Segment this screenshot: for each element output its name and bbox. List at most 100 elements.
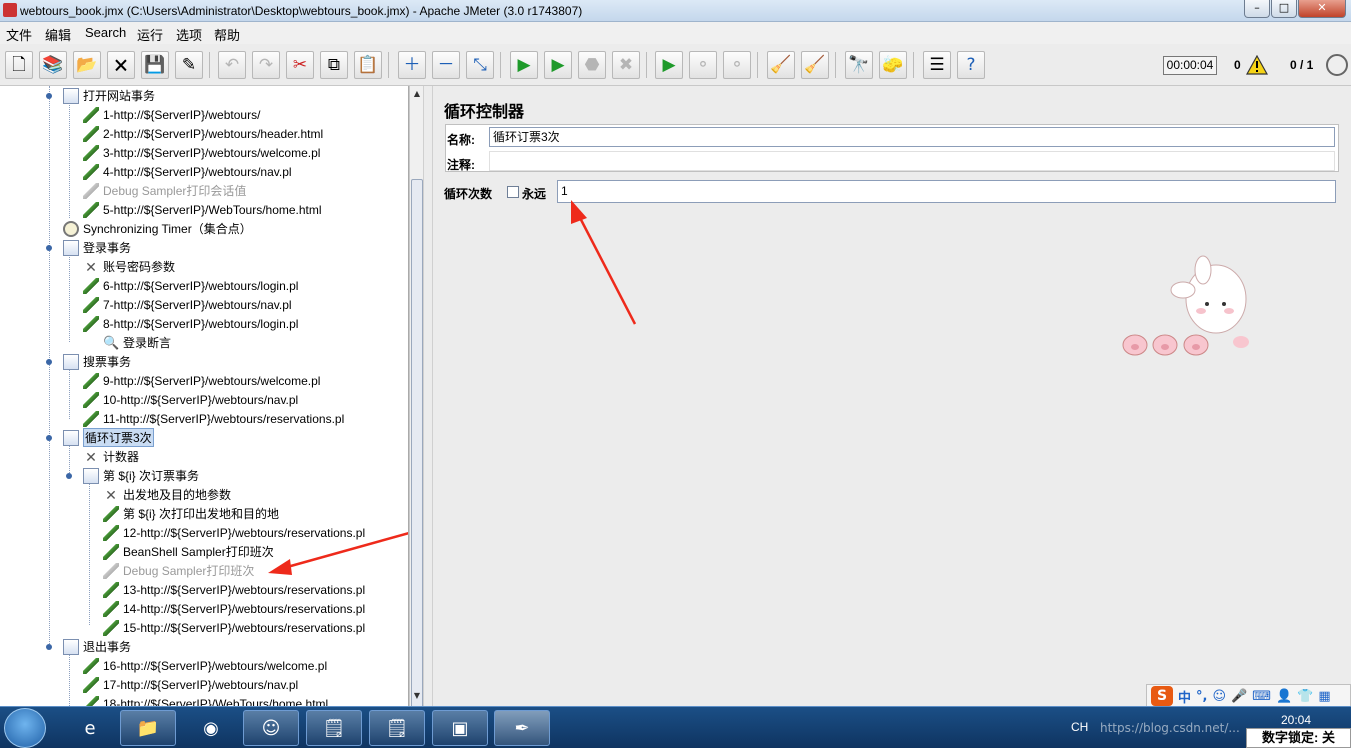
save-icon[interactable]: 💾: [141, 51, 169, 79]
expand-all-icon[interactable]: ＋: [398, 51, 426, 79]
menu-file[interactable]: 文件: [6, 25, 32, 44]
tray-lang[interactable]: CH: [1071, 720, 1088, 734]
search-binoculars-icon[interactable]: 🔭: [845, 51, 873, 79]
notepad-icon[interactable]: 🗒: [306, 710, 362, 746]
tree-node-counter[interactable]: ✕ 计数器: [83, 447, 139, 466]
tree-node-http-sampler[interactable]: 17-http://${ServerIP}/webtours/nav.pl: [83, 675, 298, 694]
tree-node-http-sampler[interactable]: 3-http://${ServerIP}/webtours/welcome.pl: [83, 143, 320, 162]
start-button-icon[interactable]: [4, 708, 46, 748]
cut-icon[interactable]: ✂: [286, 51, 314, 79]
tree-node-config[interactable]: ✕ 出发地及目的地参数: [103, 485, 231, 504]
tree-node-http-sampler[interactable]: 11-http://${ServerIP}/webtours/reservati…: [83, 409, 344, 428]
tray-clock[interactable]: 20:04: [1281, 713, 1311, 727]
tree-node-http-sampler[interactable]: 4-http://${ServerIP}/webtours/nav.pl: [83, 162, 292, 181]
menu-options[interactable]: 选项: [176, 25, 202, 44]
tree-node-assertion[interactable]: 🔍 登录断言: [103, 333, 171, 352]
tree-node-transaction[interactable]: 第 ${i} 次订票事务: [83, 466, 199, 485]
sogou-s-icon[interactable]: S: [1151, 686, 1173, 706]
clear-icon[interactable]: 🧹: [767, 51, 795, 79]
scroll-thumb[interactable]: [411, 179, 423, 719]
stop-icon[interactable]: ⬣: [578, 51, 606, 79]
tree-node-http-sampler[interactable]: 5-http://${ServerIP}/WebTours/home.html: [83, 200, 322, 219]
tree-node-http-sampler[interactable]: 16-http://${ServerIP}/webtours/welcome.p…: [83, 656, 327, 675]
close-button[interactable]: ✕: [1298, 0, 1346, 18]
tree-node-transaction[interactable]: 搜票事务: [63, 352, 131, 371]
tree-node-transaction[interactable]: 退出事务: [63, 637, 131, 656]
tree-node-http-sampler[interactable]: 6-http://${ServerIP}/webtours/login.pl: [83, 276, 298, 295]
open-icon[interactable]: 📂: [73, 51, 101, 79]
name-input[interactable]: 循环订票3次: [489, 127, 1335, 147]
shutdown-icon[interactable]: ✖: [612, 51, 640, 79]
tree-node-transaction[interactable]: 登录事务: [63, 238, 131, 257]
app-face-icon[interactable]: ☺: [243, 710, 299, 746]
tree-node-sampler[interactable]: 第 ${i} 次打印出发地和目的地: [103, 504, 279, 523]
tree-scrollbar[interactable]: ▲ ▼: [409, 86, 423, 719]
tree-node-http-sampler[interactable]: 8-http://${ServerIP}/webtours/login.pl: [83, 314, 298, 333]
explorer-icon[interactable]: 📁: [120, 710, 176, 746]
ime-grid-icon[interactable]: ▦: [1318, 689, 1330, 704]
ime-emoji-icon[interactable]: ☺: [1212, 689, 1226, 704]
scroll-up-icon[interactable]: ▲: [411, 88, 423, 100]
start-no-pauses-icon[interactable]: ▶: [544, 51, 572, 79]
warning-icon[interactable]: [1246, 55, 1268, 75]
split-pane-divider[interactable]: [423, 86, 433, 706]
remote-engines-icon[interactable]: [1326, 54, 1348, 76]
templates-icon[interactable]: 📚: [39, 51, 67, 79]
tree-node-http-sampler[interactable]: 18-http://${ServerIP}/WebTours/home.html: [83, 694, 328, 706]
menu-search[interactable]: Search: [85, 25, 126, 40]
paste-icon[interactable]: 📋: [354, 51, 382, 79]
copy-icon[interactable]: ⧉: [320, 51, 348, 79]
tree-node-http-sampler[interactable]: 1-http://${ServerIP}/webtours/: [83, 105, 260, 124]
menu-edit[interactable]: 编辑: [45, 25, 71, 44]
test-plan-tree[interactable]: 打开网站事务 1-http://${ServerIP}/webtours/ 2-…: [0, 86, 409, 706]
tree-node-debug-sampler-disabled[interactable]: Debug Sampler打印会话值: [83, 181, 246, 200]
ime-lang[interactable]: 中: [1178, 687, 1191, 706]
help-icon[interactable]: ?: [957, 51, 985, 79]
menu-help[interactable]: 帮助: [214, 25, 240, 44]
cmd-icon[interactable]: ▣: [432, 710, 488, 746]
menu-run[interactable]: 运行: [137, 25, 163, 44]
ime-toolbar[interactable]: S 中 °, ☺ 🎤 ⌨ 👤 👕 ▦: [1146, 684, 1351, 708]
minimize-button[interactable]: –: [1244, 0, 1270, 18]
close-file-icon[interactable]: 🗙: [107, 51, 135, 79]
tree-node-http-sampler[interactable]: 13-http://${ServerIP}/webtours/reservati…: [103, 580, 365, 599]
tree-node-beanshell-sampler[interactable]: BeanShell Sampler打印班次: [103, 542, 274, 561]
ime-keyboard-icon[interactable]: ⌨: [1252, 689, 1271, 704]
ie-icon[interactable]: e: [62, 710, 118, 746]
tree-node-debug-sampler-disabled[interactable]: Debug Sampler打印班次: [103, 561, 254, 580]
scroll-down-icon[interactable]: ▼: [411, 690, 423, 702]
ime-punct-icon[interactable]: °,: [1196, 689, 1207, 704]
tree-node-http-sampler[interactable]: 15-http://${ServerIP}/webtours/reservati…: [103, 618, 365, 637]
comment-input[interactable]: [489, 151, 1335, 171]
tree-node-http-sampler[interactable]: 9-http://${ServerIP}/webtours/welcome.pl: [83, 371, 320, 390]
tree-node-http-sampler[interactable]: 7-http://${ServerIP}/webtours/nav.pl: [83, 295, 292, 314]
remote-shutdown-icon[interactable]: ⚬: [723, 51, 751, 79]
jmeter-task-icon[interactable]: ✒: [494, 710, 550, 746]
toggle-icon[interactable]: ⤡: [466, 51, 494, 79]
ime-mic-icon[interactable]: 🎤: [1231, 689, 1247, 704]
redo-icon[interactable]: ↷: [252, 51, 280, 79]
notepad2-icon[interactable]: 🗒: [369, 710, 425, 746]
new-icon[interactable]: 🗋: [5, 51, 33, 79]
collapse-all-icon[interactable]: －: [432, 51, 460, 79]
loop-count-input[interactable]: 1: [557, 180, 1336, 203]
clear-all-icon[interactable]: 🧹: [801, 51, 829, 79]
tree-node-http-sampler[interactable]: 2-http://${ServerIP}/webtours/header.htm…: [83, 124, 323, 143]
remote-stop-icon[interactable]: ⚬: [689, 51, 717, 79]
chrome-icon[interactable]: ◉: [183, 710, 239, 746]
tree-node-timer[interactable]: Synchronizing Timer（集合点）: [63, 219, 252, 238]
tree-node-loop-controller-selected[interactable]: 循环订票3次: [63, 428, 154, 447]
ime-skin-icon[interactable]: 👕: [1297, 689, 1313, 704]
maximize-button[interactable]: □: [1271, 0, 1297, 18]
ime-user-icon[interactable]: 👤: [1276, 689, 1292, 704]
tree-node-config[interactable]: ✕ 账号密码参数: [83, 257, 175, 276]
tree-node-http-sampler[interactable]: 10-http://${ServerIP}/webtours/nav.pl: [83, 390, 298, 409]
start-icon[interactable]: ▶: [510, 51, 538, 79]
function-helper-icon[interactable]: ☰: [923, 51, 951, 79]
reset-search-icon[interactable]: 🧽: [879, 51, 907, 79]
remote-start-icon[interactable]: ▶: [655, 51, 683, 79]
forever-checkbox[interactable]: [507, 186, 519, 198]
tree-node-transaction[interactable]: 打开网站事务: [63, 86, 155, 105]
undo-icon[interactable]: ↶: [218, 51, 246, 79]
save-screenshot-icon[interactable]: ✎: [175, 51, 203, 79]
